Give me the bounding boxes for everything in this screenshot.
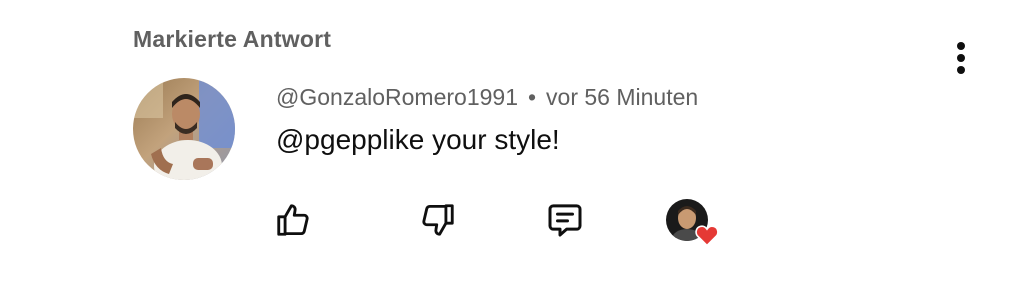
more-options-button[interactable]: [944, 38, 978, 78]
reply-comment-icon: [548, 204, 582, 237]
more-vert-icon: [957, 42, 965, 74]
creator-heart-badge: [666, 199, 720, 249]
heart-icon: [695, 225, 719, 246]
thumbs-up-icon: [277, 204, 309, 236]
avatar-photo: [133, 78, 235, 180]
comment-text: @pgepplike your style!: [276, 124, 560, 155]
reply-button[interactable]: [543, 198, 587, 242]
section-label: Markierte Antwort: [133, 26, 332, 52]
dislike-button[interactable]: [416, 198, 460, 242]
author-handle[interactable]: @GonzaloRomero1991: [276, 84, 518, 110]
avatar[interactable]: [133, 78, 235, 180]
like-button[interactable]: [271, 198, 315, 242]
meta-separator: •: [527, 84, 537, 110]
comment-meta: @GonzaloRomero1991 • vor 56 Minuten: [276, 84, 698, 111]
thumbs-down-icon: [422, 204, 454, 236]
comment-timestamp: vor 56 Minuten: [546, 84, 699, 110]
